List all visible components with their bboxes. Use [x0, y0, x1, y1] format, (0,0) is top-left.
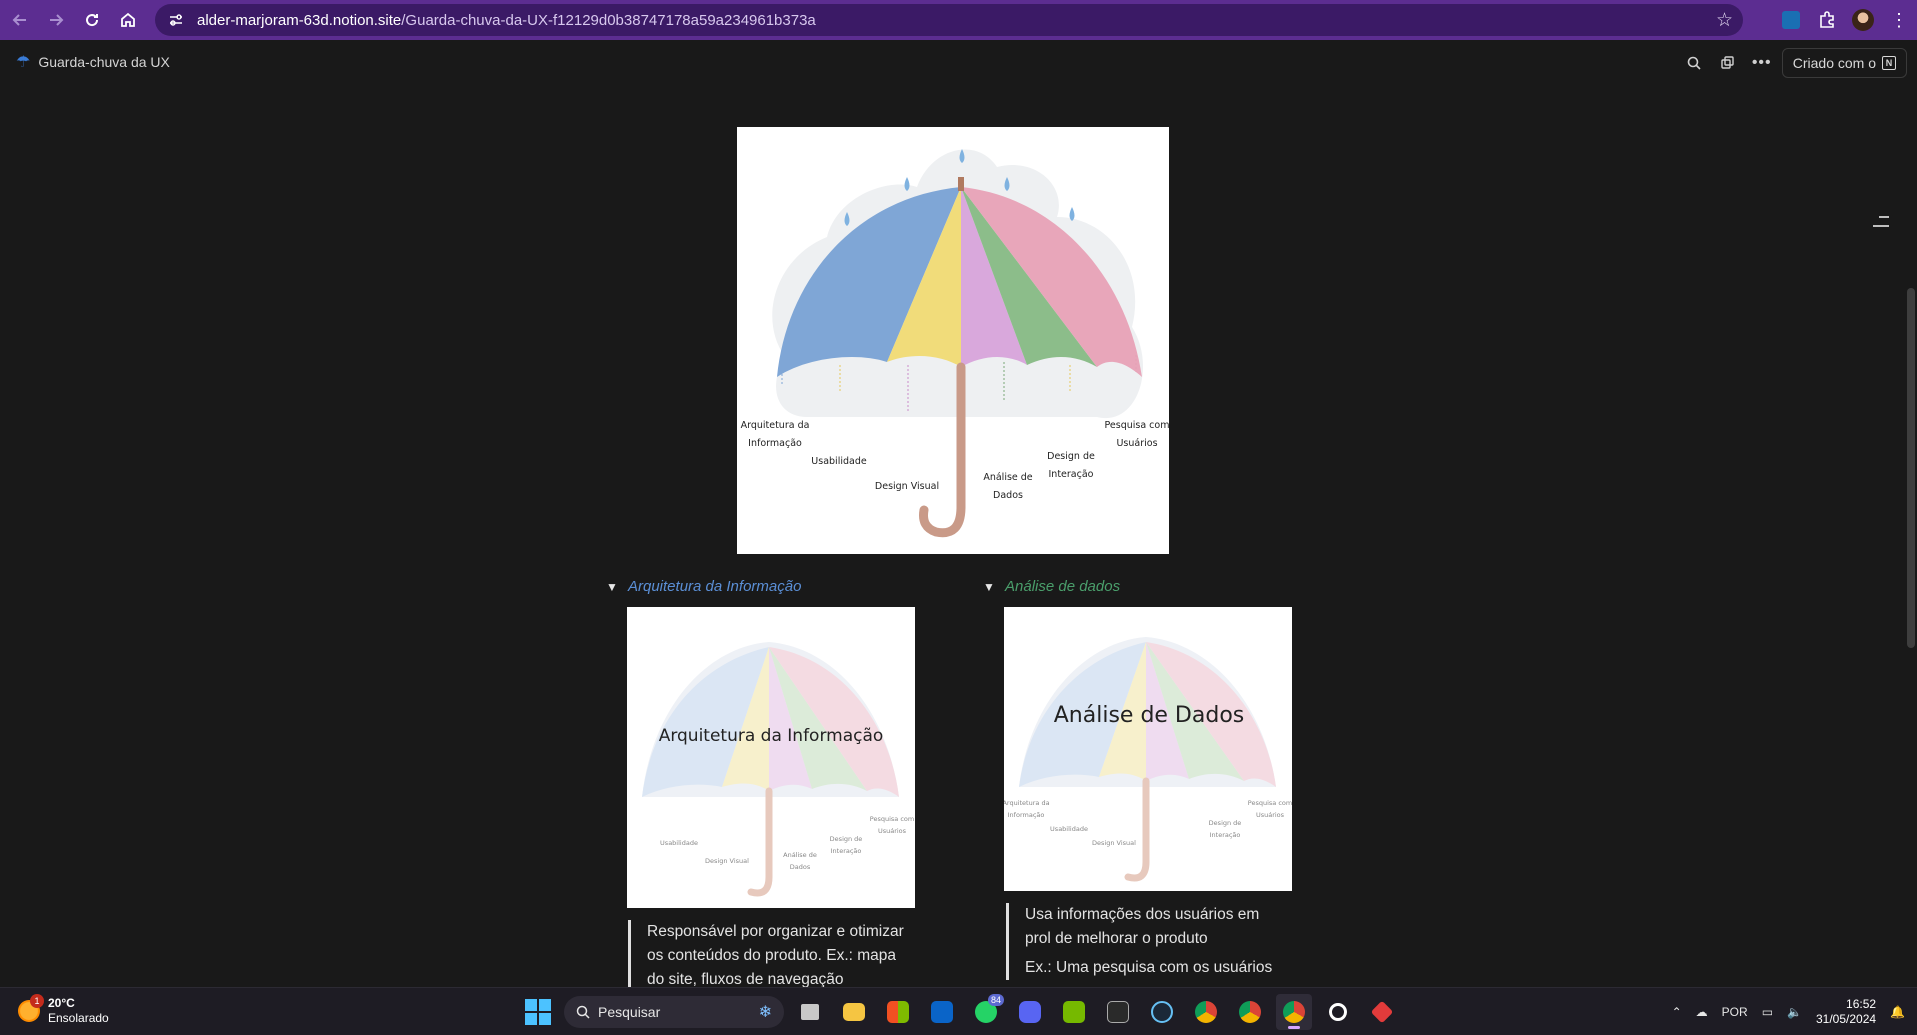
- search-icon[interactable]: [1680, 49, 1708, 77]
- table-of-contents-marker[interactable]: [1873, 216, 1889, 234]
- arquitetura-image: Arquitetura da Informação Usabilidade De…: [627, 607, 915, 908]
- chrome-active-icon[interactable]: [1276, 994, 1312, 1030]
- reload-icon[interactable]: [74, 2, 110, 38]
- search-icon: [576, 1005, 590, 1019]
- site-info-icon[interactable]: [161, 5, 191, 35]
- notion-topbar: ☂ Guarda-chuva da UX ••• Criado com o N: [0, 40, 1917, 88]
- label-analise-2: Dados: [993, 490, 1023, 501]
- language-indicator[interactable]: POR: [1722, 1005, 1748, 1019]
- toggle-analise[interactable]: ▼ Análise de dados: [983, 578, 1120, 595]
- chrome-profile-icon[interactable]: [1232, 994, 1268, 1030]
- scrollbar-thumb[interactable]: [1907, 288, 1915, 648]
- svg-text:Usuários: Usuários: [878, 827, 907, 835]
- discord-icon[interactable]: [1012, 994, 1048, 1030]
- weather-widget[interactable]: 1 20°C Ensolarado: [18, 994, 109, 1026]
- quote-analise: Usa informações dos usuários em prol de …: [1006, 903, 1296, 980]
- extension-app-icon[interactable]: [1773, 2, 1809, 38]
- address-bar[interactable]: alder-marjoram-63d.notion.site/Guarda-ch…: [155, 4, 1743, 36]
- red-app-icon[interactable]: [1364, 994, 1400, 1030]
- created-with-notion-button[interactable]: Criado com o N: [1781, 48, 1907, 78]
- label-pesquisa-1: Pesquisa com: [1105, 420, 1169, 431]
- svg-text:Interação: Interação: [1210, 831, 1241, 839]
- svg-text:Análise de: Análise de: [783, 851, 817, 859]
- file-explorer-icon[interactable]: [836, 994, 872, 1030]
- back-icon[interactable]: [2, 2, 38, 38]
- label-arquitetura-2: Informação: [748, 438, 802, 449]
- epic-games-icon[interactable]: [1100, 994, 1136, 1030]
- notion-logo-icon: N: [1882, 56, 1896, 70]
- label-usabilidade: Usabilidade: [811, 456, 867, 467]
- svg-text:Design de: Design de: [1209, 819, 1242, 827]
- toggle-title: Arquitetura da Informação: [628, 578, 802, 595]
- svg-text:Informação: Informação: [1008, 811, 1045, 819]
- svg-text:Arquitetura da: Arquitetura da: [1004, 799, 1050, 807]
- svg-text:Pesquisa com: Pesquisa com: [870, 815, 914, 823]
- network-icon[interactable]: ▭: [1762, 1005, 1773, 1019]
- svg-text:Design Visual: Design Visual: [705, 857, 749, 865]
- task-view-icon[interactable]: [792, 994, 828, 1030]
- more-options-icon[interactable]: •••: [1748, 49, 1776, 77]
- quote-arquitetura: Responsável por organizar e otimizar os …: [628, 920, 918, 992]
- windows-taskbar: 1 20°C Ensolarado Pesquisar ❄ 84 ⌃ ☁ POR…: [0, 987, 1917, 1035]
- svg-text:Design de: Design de: [830, 835, 863, 843]
- steam-icon[interactable]: [1144, 994, 1180, 1030]
- image-caption: Arquitetura da Informação: [659, 726, 884, 746]
- page-title: Guarda-chuva da UX: [38, 54, 170, 70]
- umbrella-hero-image: Arquitetura da Informação Usabilidade De…: [737, 127, 1169, 554]
- windows-start-icon[interactable]: [520, 994, 556, 1030]
- nvidia-icon[interactable]: [1056, 994, 1092, 1030]
- duplicate-icon[interactable]: [1714, 49, 1742, 77]
- label-pesquisa-2: Usuários: [1116, 438, 1157, 449]
- svg-text:Interação: Interação: [831, 847, 862, 855]
- chrome-icon[interactable]: [1188, 994, 1224, 1030]
- taskbar-search[interactable]: Pesquisar ❄: [564, 996, 784, 1028]
- toggle-arrow-icon[interactable]: ▼: [983, 580, 995, 594]
- svg-text:Pesquisa com: Pesquisa com: [1248, 799, 1292, 807]
- browser-toolbar: alder-marjoram-63d.notion.site/Guarda-ch…: [0, 0, 1917, 40]
- svg-text:Usuários: Usuários: [1256, 811, 1285, 819]
- image-caption: Análise de Dados: [1054, 703, 1245, 728]
- analise-image: Análise de Dados Arquitetura da Informaç…: [1002, 607, 1292, 891]
- browser-menu-icon[interactable]: ⋮: [1881, 2, 1917, 38]
- label-arquitetura-1: Arquitetura da: [741, 420, 810, 431]
- svg-text:Design Visual: Design Visual: [1092, 839, 1136, 847]
- outlook-icon[interactable]: [924, 994, 960, 1030]
- label-interacao-1: Design de: [1047, 451, 1095, 462]
- toggle-arrow-icon[interactable]: ▼: [606, 580, 618, 594]
- breadcrumb[interactable]: ☂ Guarda-chuva da UX: [16, 52, 170, 72]
- url-text: alder-marjoram-63d.notion.site/Guarda-ch…: [197, 11, 816, 29]
- logitech-icon[interactable]: [1320, 994, 1356, 1030]
- toggle-arquitetura[interactable]: ▼ Arquitetura da Informação: [606, 578, 801, 595]
- volume-icon[interactable]: 🔈: [1787, 1005, 1802, 1019]
- svg-text:Usabilidade: Usabilidade: [660, 839, 698, 847]
- search-highlight-icon: ❄: [758, 1004, 772, 1021]
- tray-overflow-icon[interactable]: ⌃: [1672, 1005, 1682, 1019]
- microsoft-store-icon[interactable]: [880, 994, 916, 1030]
- notification-bell-icon[interactable]: 🔔: [1890, 1005, 1905, 1019]
- svg-text:Dados: Dados: [790, 863, 811, 871]
- home-icon[interactable]: [110, 2, 146, 38]
- umbrella-icon: ☂: [16, 54, 31, 71]
- sun-icon: 1: [18, 994, 44, 1022]
- profile-avatar[interactable]: [1845, 2, 1881, 38]
- clock[interactable]: 16:52 31/05/2024: [1816, 997, 1876, 1027]
- svg-text:Usabilidade: Usabilidade: [1050, 825, 1088, 833]
- label-analise-1: Análise de: [983, 472, 1032, 483]
- onedrive-icon[interactable]: ☁: [1696, 1005, 1708, 1019]
- forward-icon[interactable]: [38, 2, 74, 38]
- extensions-puzzle-icon[interactable]: [1809, 2, 1845, 38]
- label-design-visual: Design Visual: [875, 481, 939, 492]
- label-interacao-2: Interação: [1049, 469, 1094, 480]
- bookmark-star-icon[interactable]: ☆: [1716, 9, 1733, 32]
- whatsapp-icon[interactable]: 84: [968, 994, 1004, 1030]
- toggle-title: Análise de dados: [1005, 578, 1121, 595]
